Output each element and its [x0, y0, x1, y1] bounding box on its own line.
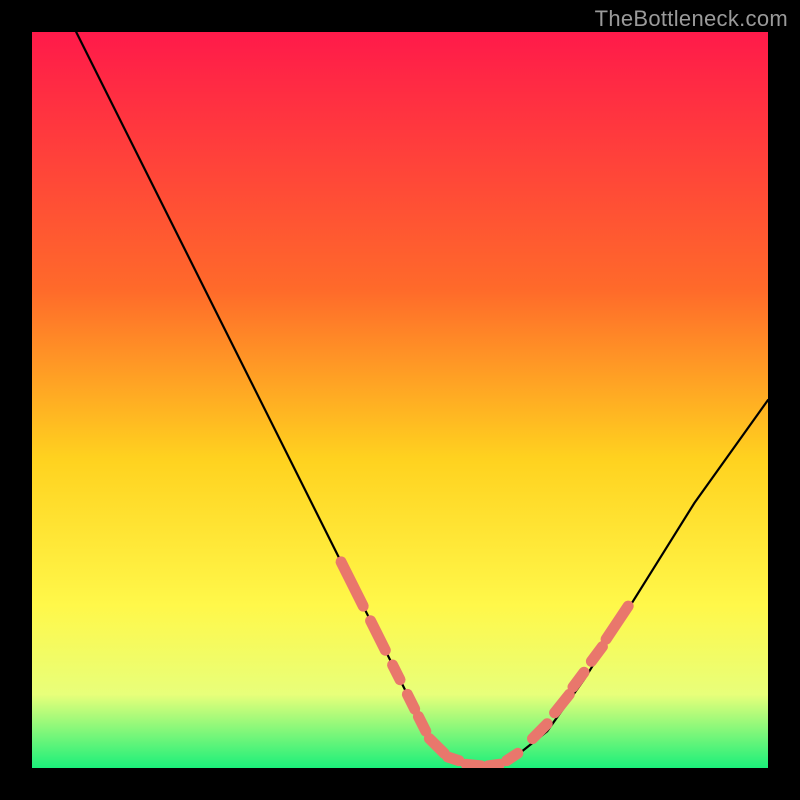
watermark-text: TheBottleneck.com [595, 6, 788, 32]
chart-container: TheBottleneck.com [0, 0, 800, 800]
highlight-dash [533, 724, 548, 739]
bottleneck-curve [76, 32, 768, 768]
highlight-dash [507, 753, 518, 760]
highlight-dashes [341, 562, 628, 766]
highlight-dash [555, 694, 570, 712]
highlight-dash [341, 562, 363, 606]
highlight-dash [573, 672, 584, 687]
highlight-dash [448, 757, 459, 761]
highlight-dash [466, 764, 481, 766]
highlight-dash [591, 647, 602, 662]
curve-layer [32, 32, 768, 768]
highlight-dash [393, 665, 400, 680]
highlight-dash [407, 694, 414, 709]
highlight-dash [606, 606, 628, 639]
highlight-dash [418, 717, 425, 732]
highlight-dash [488, 764, 499, 766]
plot-area [32, 32, 768, 768]
highlight-dash [429, 739, 444, 754]
highlight-dash [371, 621, 386, 650]
